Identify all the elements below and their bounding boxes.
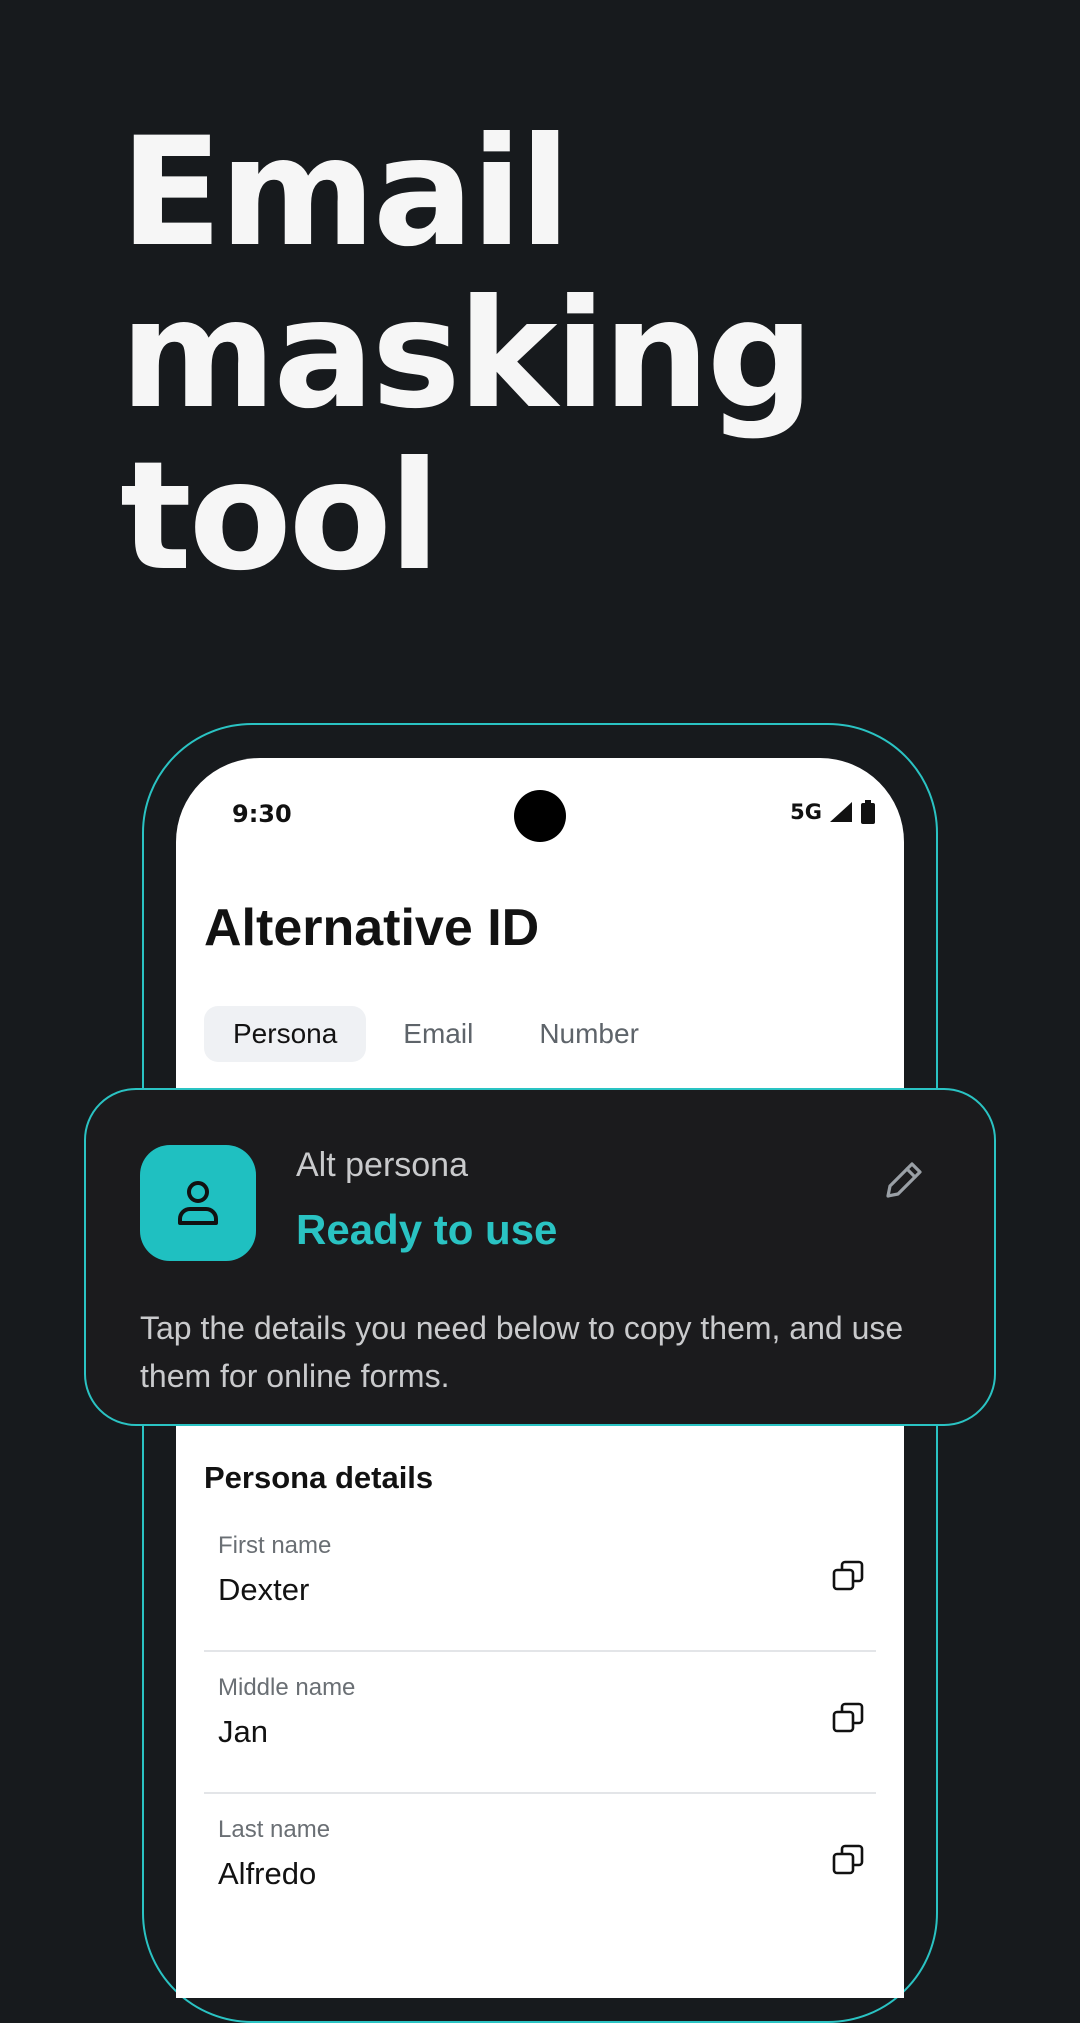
headline-line-3: tool — [120, 430, 440, 604]
tab-number[interactable]: Number — [510, 1006, 668, 1062]
person-icon — [178, 1181, 218, 1225]
pencil-icon[interactable] — [880, 1156, 928, 1204]
detail-row-last-name[interactable]: Last name Alfredo — [204, 1794, 876, 1936]
battery-icon — [861, 800, 875, 824]
detail-row-middle-name[interactable]: Middle name Jan — [204, 1652, 876, 1794]
tab-email[interactable]: Email — [374, 1006, 502, 1062]
field-label: First name — [218, 1532, 332, 1559]
tab-persona[interactable]: Persona — [204, 1006, 367, 1062]
headline-line-2: masking — [120, 268, 814, 442]
page-title: Alternative ID — [204, 899, 540, 957]
detail-row-first-name[interactable]: First name Dexter — [204, 1510, 876, 1652]
headline-line-1: Email — [120, 106, 571, 280]
signal-icon — [830, 802, 852, 822]
field-value: Dexter — [218, 1572, 310, 1607]
card-label: Alt persona — [296, 1146, 468, 1184]
network-type: 5G — [790, 800, 822, 824]
status-bar: 9:30 5G — [176, 758, 904, 874]
tab-bar: Persona Email Number — [204, 1006, 668, 1062]
section-title: Persona details — [204, 1460, 434, 1495]
status-indicators: 5G — [790, 800, 876, 824]
status-text: Ready to use — [296, 1206, 558, 1253]
promo-headline: Email masking tool — [120, 106, 814, 604]
field-value: Alfredo — [218, 1856, 317, 1891]
persona-status-card: Alt persona Ready to use Tap the details… — [84, 1088, 996, 1426]
field-value: Jan — [218, 1714, 268, 1749]
field-label: Last name — [218, 1816, 331, 1843]
card-description: Tap the details you need below to copy t… — [140, 1310, 904, 1394]
copy-icon[interactable] — [828, 1840, 868, 1880]
copy-icon[interactable] — [828, 1698, 868, 1738]
camera-cutout — [514, 790, 566, 842]
persona-avatar — [140, 1145, 256, 1261]
copy-icon[interactable] — [828, 1556, 868, 1596]
field-label: Middle name — [218, 1674, 356, 1701]
status-time: 9:30 — [232, 800, 292, 828]
